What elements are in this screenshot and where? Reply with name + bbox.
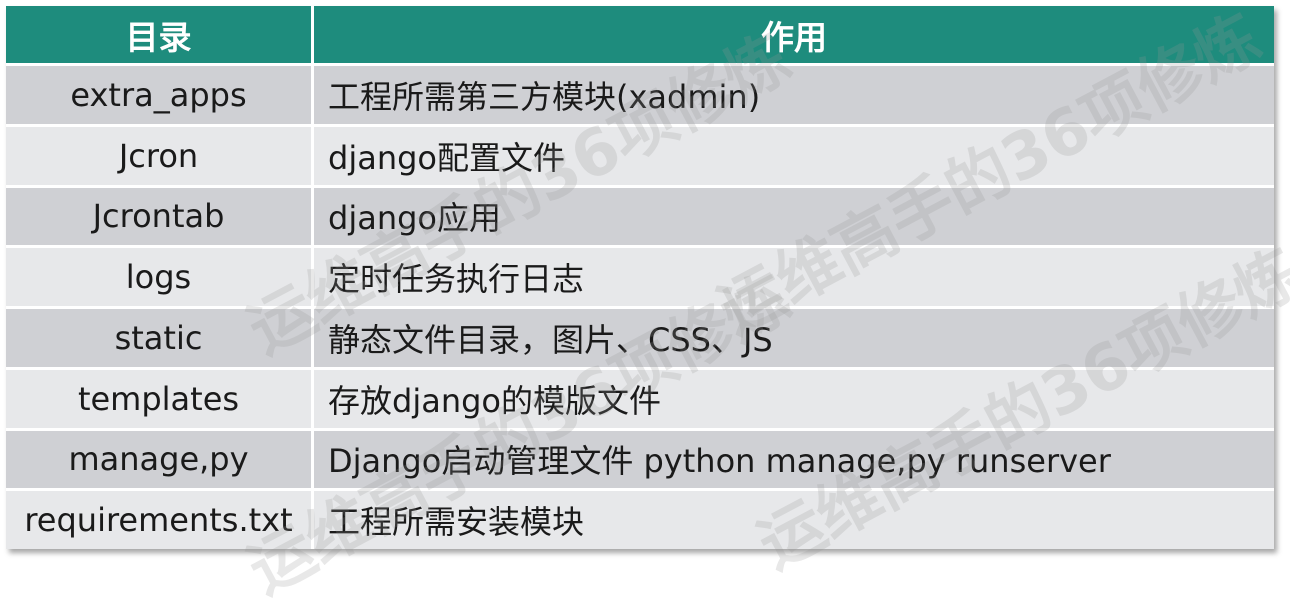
table-row: extra_apps 工程所需第三方模块(xadmin)	[6, 66, 1274, 127]
table-row: requirements.txt 工程所需安装模块	[6, 491, 1274, 549]
row-directory-name: manage,py	[6, 430, 314, 492]
row-directory-name: extra_apps	[6, 66, 314, 127]
header-purpose: 作用	[314, 6, 1274, 66]
row-directory-name: templates	[6, 369, 314, 431]
row-purpose: Django启动管理文件 python manage,py runserver	[314, 430, 1274, 492]
row-directory-name: Jcron	[6, 126, 314, 188]
header-directory: 目录	[6, 6, 314, 66]
directory-table: 目录 作用 extra_apps 工程所需第三方模块(xadmin) Jcron…	[6, 6, 1274, 549]
table-row: logs 定时任务执行日志	[6, 248, 1274, 309]
table-row: static 静态文件目录，图片、CSS、JS	[6, 309, 1274, 370]
row-purpose: django配置文件	[314, 126, 1274, 188]
table-row: Jcrontab django应用	[6, 187, 1274, 249]
table-row: templates 存放django的模版文件	[6, 369, 1274, 431]
row-purpose: 定时任务执行日志	[314, 248, 1274, 309]
table-row: Jcron django配置文件	[6, 126, 1274, 188]
row-directory-name: requirements.txt	[6, 491, 314, 549]
table-row: manage,py Django启动管理文件 python manage,py …	[6, 430, 1274, 492]
row-purpose: django应用	[314, 187, 1274, 249]
row-purpose: 工程所需第三方模块(xadmin)	[314, 66, 1274, 127]
row-purpose: 存放django的模版文件	[314, 369, 1274, 431]
table-header-row: 目录 作用	[6, 6, 1274, 66]
row-purpose: 静态文件目录，图片、CSS、JS	[314, 309, 1274, 370]
row-directory-name: Jcrontab	[6, 187, 314, 249]
row-directory-name: static	[6, 309, 314, 370]
table-frame: 目录 作用 extra_apps 工程所需第三方模块(xadmin) Jcron…	[6, 6, 1274, 549]
row-directory-name: logs	[6, 248, 314, 309]
row-purpose: 工程所需安装模块	[314, 491, 1274, 549]
